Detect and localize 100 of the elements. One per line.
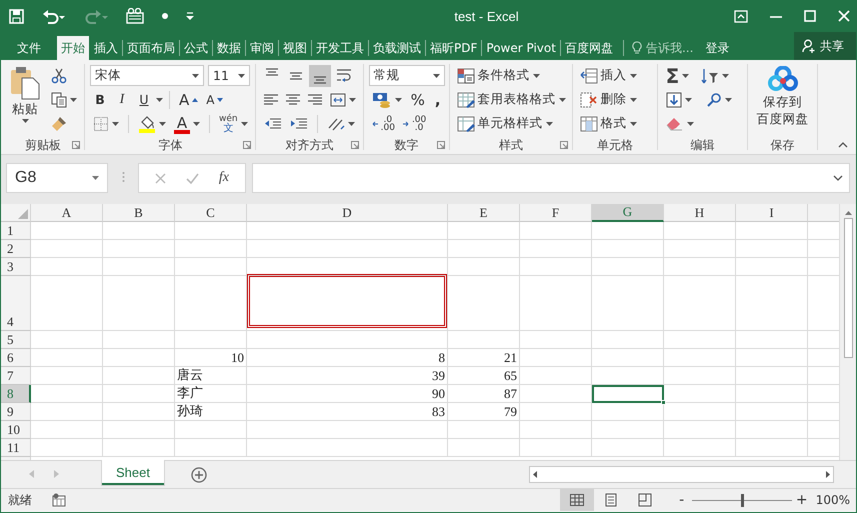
row-header[interactable]: 1 (1, 222, 31, 240)
sign-in-link[interactable]: 登录 (705, 36, 730, 60)
zoom-slider-thumb[interactable] (740, 494, 744, 506)
name-box[interactable]: G8 (6, 163, 108, 193)
ribbon-tab[interactable]: 页面布局 (123, 36, 179, 60)
zoom-in-button[interactable]: + (796, 492, 808, 508)
table-cell (592, 349, 664, 367)
shrink-font-button[interactable]: A (203, 88, 226, 110)
table-cell (664, 240, 736, 258)
right-arrow-icon[interactable] (826, 471, 830, 478)
insert-button[interactable]: 插入 (578, 64, 639, 87)
column-header[interactable]: G (592, 204, 664, 222)
dialog-launcher-icon[interactable] (242, 141, 251, 149)
row-header[interactable]: 11 (1, 439, 31, 457)
sheet-tab[interactable]: Sheet (101, 460, 165, 486)
percent-button[interactable]: % (406, 88, 429, 110)
italic-button[interactable]: I (112, 88, 132, 110)
format-as-table-button[interactable]: 套用表格格式 (454, 88, 568, 111)
cancel-icon (154, 172, 166, 184)
grid-view-icon (570, 494, 584, 506)
save-to-cloud-button[interactable]: 保存到 百度网盘 (752, 64, 813, 137)
grow-font-button[interactable]: A (176, 88, 202, 110)
ribbon-tab[interactable]: 福昕PDF (426, 36, 482, 60)
bottom-align-button[interactable] (308, 64, 331, 86)
zoom-out-button[interactable]: - (676, 492, 688, 508)
phonetic-guide-button[interactable]: wén 文 (216, 112, 251, 134)
column-header[interactable]: I (736, 204, 808, 222)
paste-button[interactable]: 粘贴 (6, 64, 44, 137)
caret-icon (192, 74, 199, 78)
view-button[interactable] (560, 489, 594, 511)
increase-decimal-button[interactable]: .0 .00 (368, 112, 398, 134)
column-header[interactable]: F (520, 204, 592, 222)
column-header[interactable]: B (103, 204, 175, 222)
tell-me-field[interactable]: 告诉我... (626, 36, 694, 60)
ribbon-tab[interactable]: 负载测试 (369, 36, 425, 60)
autosum-button[interactable]: Σ (662, 64, 692, 86)
ribbon-tab[interactable]: 审阅 (246, 36, 278, 60)
delete-button[interactable]: 删除 (578, 88, 639, 111)
horizontal-scrollbar[interactable] (529, 466, 834, 483)
row-header[interactable]: 9 (1, 403, 31, 421)
column-header[interactable]: A (31, 204, 103, 222)
ribbon-tab[interactable]: 公式 (180, 36, 212, 60)
format-button[interactable]: 格式 (578, 112, 639, 135)
row-header[interactable]: 2 (1, 240, 31, 258)
ribbon-tab[interactable]: 百度网盘 (560, 36, 617, 60)
new-sheet-button[interactable] (190, 467, 207, 483)
decrease-decimal-button[interactable]: .00 .0 (400, 112, 430, 134)
conditional-format-button[interactable]: 条件格式 (454, 64, 542, 87)
column-header[interactable]: H (664, 204, 736, 222)
fill-handle[interactable] (661, 400, 666, 405)
ribbon-tab[interactable]: Power Pivot (482, 36, 560, 60)
ribbon-tab[interactable]: 开发工具 (312, 36, 368, 60)
ribbon-tab[interactable]: 视图 (279, 36, 311, 60)
column-header[interactable]: D (247, 204, 448, 222)
row-header[interactable]: 10 (1, 421, 31, 439)
ribbon-display-icon[interactable] (734, 10, 748, 22)
up-arrow-icon[interactable] (844, 211, 852, 215)
font-name-field[interactable]: 宋体 (90, 65, 204, 86)
ribbon-tab[interactable]: 插入 (90, 36, 122, 60)
dialog-launcher-icon[interactable] (72, 141, 80, 149)
number-format-field[interactable]: 常规 (368, 65, 445, 86)
column-header[interactable]: C (175, 204, 247, 222)
row-header[interactable]: 7 (1, 367, 31, 385)
font-size-field[interactable]: 11 (208, 65, 250, 86)
font-color-button[interactable]: A (171, 112, 203, 134)
bold-button[interactable]: B (90, 88, 110, 110)
row-header[interactable]: 4 (1, 276, 31, 331)
row-header[interactable]: 8 (1, 385, 31, 403)
ribbon-tab[interactable]: 数据 (213, 36, 245, 60)
close-icon[interactable] (838, 10, 850, 22)
selected-cell[interactable] (592, 385, 664, 403)
ribbon-tab[interactable]: 开始 (57, 36, 89, 60)
caret-icon (546, 122, 553, 126)
vertical-scrollbar[interactable] (839, 204, 856, 460)
comma-button[interactable]: , (430, 88, 445, 110)
cell-styles-button[interactable]: 单元格样式 (454, 112, 555, 135)
maximize-icon[interactable] (804, 10, 816, 22)
dialog-launcher-icon[interactable] (350, 141, 359, 149)
row-header[interactable]: 3 (1, 258, 31, 276)
formula-input-field[interactable] (252, 163, 850, 193)
table-cell (175, 421, 247, 439)
expand-icon[interactable] (833, 175, 843, 181)
insert-function-button[interactable]: fx (218, 170, 229, 186)
dialog-launcher-icon[interactable] (560, 141, 568, 149)
table-cell: 8 (247, 349, 448, 367)
dialog-launcher-icon[interactable] (436, 141, 445, 149)
redo-icon (84, 8, 108, 24)
share-button[interactable]: 共享 (794, 32, 856, 60)
table-cell (448, 222, 520, 240)
table-cell (31, 276, 103, 331)
table-cell (664, 258, 736, 276)
column-header[interactable]: E (448, 204, 520, 222)
underline-button[interactable]: U (134, 88, 154, 110)
macro-record-button[interactable] (52, 493, 66, 507)
ribbon-tab[interactable]: 文件 (9, 36, 49, 60)
caret-icon (70, 98, 77, 102)
collapse-ribbon-icon[interactable] (838, 142, 848, 148)
left-arrow-icon[interactable] (533, 471, 537, 478)
row-header[interactable]: 5 (1, 331, 31, 349)
row-header[interactable]: 6 (1, 349, 31, 367)
